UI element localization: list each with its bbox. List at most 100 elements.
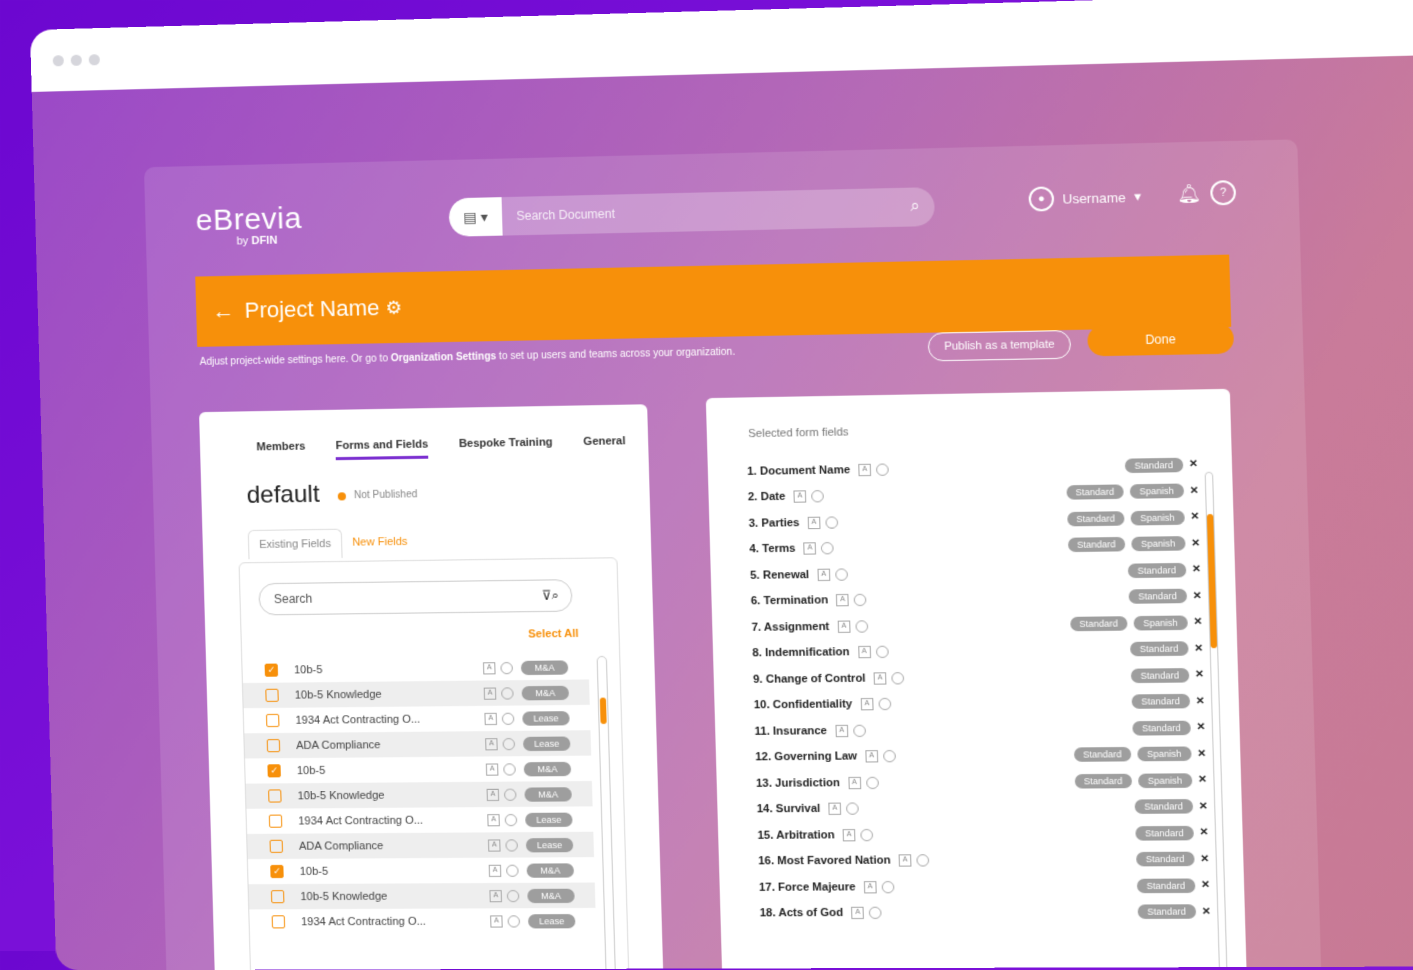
- checkbox[interactable]: [266, 739, 281, 753]
- info-icon[interactable]: [811, 490, 825, 503]
- remove-icon[interactable]: ✕: [1197, 722, 1206, 733]
- done-button[interactable]: Done: [1087, 322, 1235, 357]
- organization-settings-link[interactable]: Organization Settings: [391, 351, 497, 364]
- window-dot[interactable]: [70, 54, 82, 66]
- info-icon[interactable]: [502, 737, 516, 750]
- remove-icon[interactable]: ✕: [1197, 748, 1206, 759]
- tab-members[interactable]: Members: [256, 441, 305, 462]
- checkbox[interactable]: ✓: [264, 663, 279, 677]
- remove-icon[interactable]: ✕: [1200, 827, 1209, 838]
- checkbox[interactable]: ✓: [270, 864, 284, 879]
- window-dot[interactable]: [52, 55, 64, 67]
- checkbox[interactable]: [270, 890, 285, 904]
- remove-icon[interactable]: ✕: [1192, 564, 1201, 575]
- field-search-input[interactable]: Search: [274, 589, 542, 607]
- info-icon[interactable]: [506, 864, 519, 877]
- info-icon[interactable]: [852, 724, 866, 737]
- back-arrow-icon[interactable]: ←: [212, 298, 235, 325]
- remove-icon[interactable]: ✕: [1191, 538, 1200, 549]
- remove-icon[interactable]: ✕: [1199, 801, 1208, 812]
- remove-icon[interactable]: ✕: [1198, 774, 1207, 785]
- list-item[interactable]: 1934 Act Contracting O... A Lease: [244, 705, 591, 734]
- list-item[interactable]: ADA Compliance A Lease: [247, 831, 595, 860]
- info-icon[interactable]: [865, 776, 879, 789]
- bell-icon[interactable]: 🔔︎: [1176, 183, 1201, 205]
- info-icon[interactable]: [501, 686, 514, 700]
- list-item[interactable]: ADA Compliance A Lease: [244, 730, 592, 759]
- user-icon: ●: [1028, 186, 1055, 212]
- remove-icon[interactable]: ✕: [1193, 617, 1202, 628]
- filter-search-icon[interactable]: ⊽⌕: [541, 587, 559, 603]
- list-item[interactable]: 1934 Act Contracting O... A Lease: [246, 806, 593, 834]
- info-icon[interactable]: [505, 838, 518, 852]
- document-search[interactable]: ▤ ▾ Search Document ⌕: [448, 187, 936, 237]
- remove-icon[interactable]: ✕: [1200, 853, 1209, 864]
- remove-icon[interactable]: ✕: [1202, 906, 1211, 917]
- list-item[interactable]: ✓ 10b-5 A M&A: [242, 654, 589, 683]
- info-icon[interactable]: [855, 620, 869, 633]
- info-icon[interactable]: [500, 661, 513, 674]
- checkbox[interactable]: [268, 789, 282, 803]
- info-icon[interactable]: [878, 698, 892, 711]
- tab-general[interactable]: General: [583, 435, 626, 456]
- info-icon[interactable]: [916, 854, 930, 867]
- info-icon[interactable]: [501, 712, 515, 725]
- info-icon[interactable]: [835, 568, 848, 581]
- gear-icon[interactable]: ⚙: [385, 297, 402, 319]
- remove-icon[interactable]: ✕: [1190, 485, 1199, 496]
- info-icon[interactable]: [869, 906, 882, 920]
- info-icon[interactable]: [504, 813, 518, 826]
- remove-icon[interactable]: ✕: [1190, 511, 1199, 522]
- tab-existing-fields[interactable]: Existing Fields: [247, 528, 343, 560]
- help-icon[interactable]: ?: [1210, 180, 1237, 206]
- checkbox[interactable]: [271, 915, 286, 929]
- document-type-icon[interactable]: ▤ ▾: [448, 197, 503, 237]
- checkbox[interactable]: [265, 688, 279, 702]
- remove-icon[interactable]: ✕: [1193, 590, 1202, 601]
- user-menu[interactable]: ● Username ▾: [1028, 184, 1141, 212]
- info-icon[interactable]: [881, 880, 895, 894]
- remove-icon[interactable]: ✕: [1189, 459, 1198, 470]
- info-icon[interactable]: [875, 645, 889, 659]
- list-item[interactable]: 10b-5 Knowledge A M&A: [245, 780, 593, 809]
- remove-icon[interactable]: ✕: [1201, 880, 1210, 891]
- checkbox[interactable]: ✓: [267, 764, 281, 778]
- tab-bespoke-training[interactable]: Bespoke Training: [459, 436, 553, 458]
- info-icon[interactable]: [853, 593, 867, 607]
- checkbox[interactable]: [269, 839, 284, 853]
- info-icon[interactable]: [875, 463, 889, 476]
- info-icon[interactable]: [846, 802, 860, 816]
- tab-forms-and-fields[interactable]: Forms and Fields: [335, 438, 429, 461]
- field-list-scrollbar[interactable]: [596, 655, 617, 970]
- info-icon[interactable]: [825, 516, 839, 529]
- scrollbar-thumb[interactable]: [1206, 514, 1218, 649]
- list-item[interactable]: ✓ 10b-5 A M&A: [245, 756, 592, 784]
- remove-icon[interactable]: ✕: [1194, 643, 1203, 654]
- search-input[interactable]: Search Document: [516, 200, 910, 223]
- info-icon[interactable]: [507, 914, 521, 928]
- info-icon[interactable]: [860, 828, 874, 842]
- list-item[interactable]: 10b-5 Knowledge A M&A: [242, 679, 590, 709]
- select-all-link[interactable]: Select All: [528, 628, 579, 641]
- list-item[interactable]: 1934 Act Contracting O... A Lease: [249, 908, 596, 935]
- info-icon[interactable]: [506, 889, 520, 902]
- remove-icon[interactable]: ✕: [1195, 669, 1204, 680]
- selected-field-label: 7. Assignment: [751, 620, 830, 634]
- info-icon[interactable]: [882, 750, 896, 763]
- field-search[interactable]: Search ⊽⌕: [258, 579, 573, 616]
- publish-template-button[interactable]: Publish as a template: [927, 329, 1072, 362]
- info-icon[interactable]: [503, 788, 517, 801]
- hint-text: Adjust project-wide settings here. Or go…: [199, 353, 391, 368]
- tab-new-fields[interactable]: New Fields: [342, 528, 418, 558]
- search-icon[interactable]: ⌕: [910, 198, 920, 217]
- list-item[interactable]: 10b-5 Knowledge A M&A: [248, 882, 596, 910]
- info-icon[interactable]: [503, 762, 516, 776]
- checkbox[interactable]: [268, 814, 283, 828]
- info-icon[interactable]: [891, 671, 905, 685]
- scrollbar-thumb[interactable]: [599, 697, 607, 725]
- list-item[interactable]: ✓ 10b-5 A M&A: [248, 857, 595, 884]
- window-dot[interactable]: [88, 54, 100, 66]
- info-icon[interactable]: [821, 542, 835, 555]
- remove-icon[interactable]: ✕: [1196, 696, 1205, 707]
- checkbox[interactable]: [265, 713, 280, 728]
